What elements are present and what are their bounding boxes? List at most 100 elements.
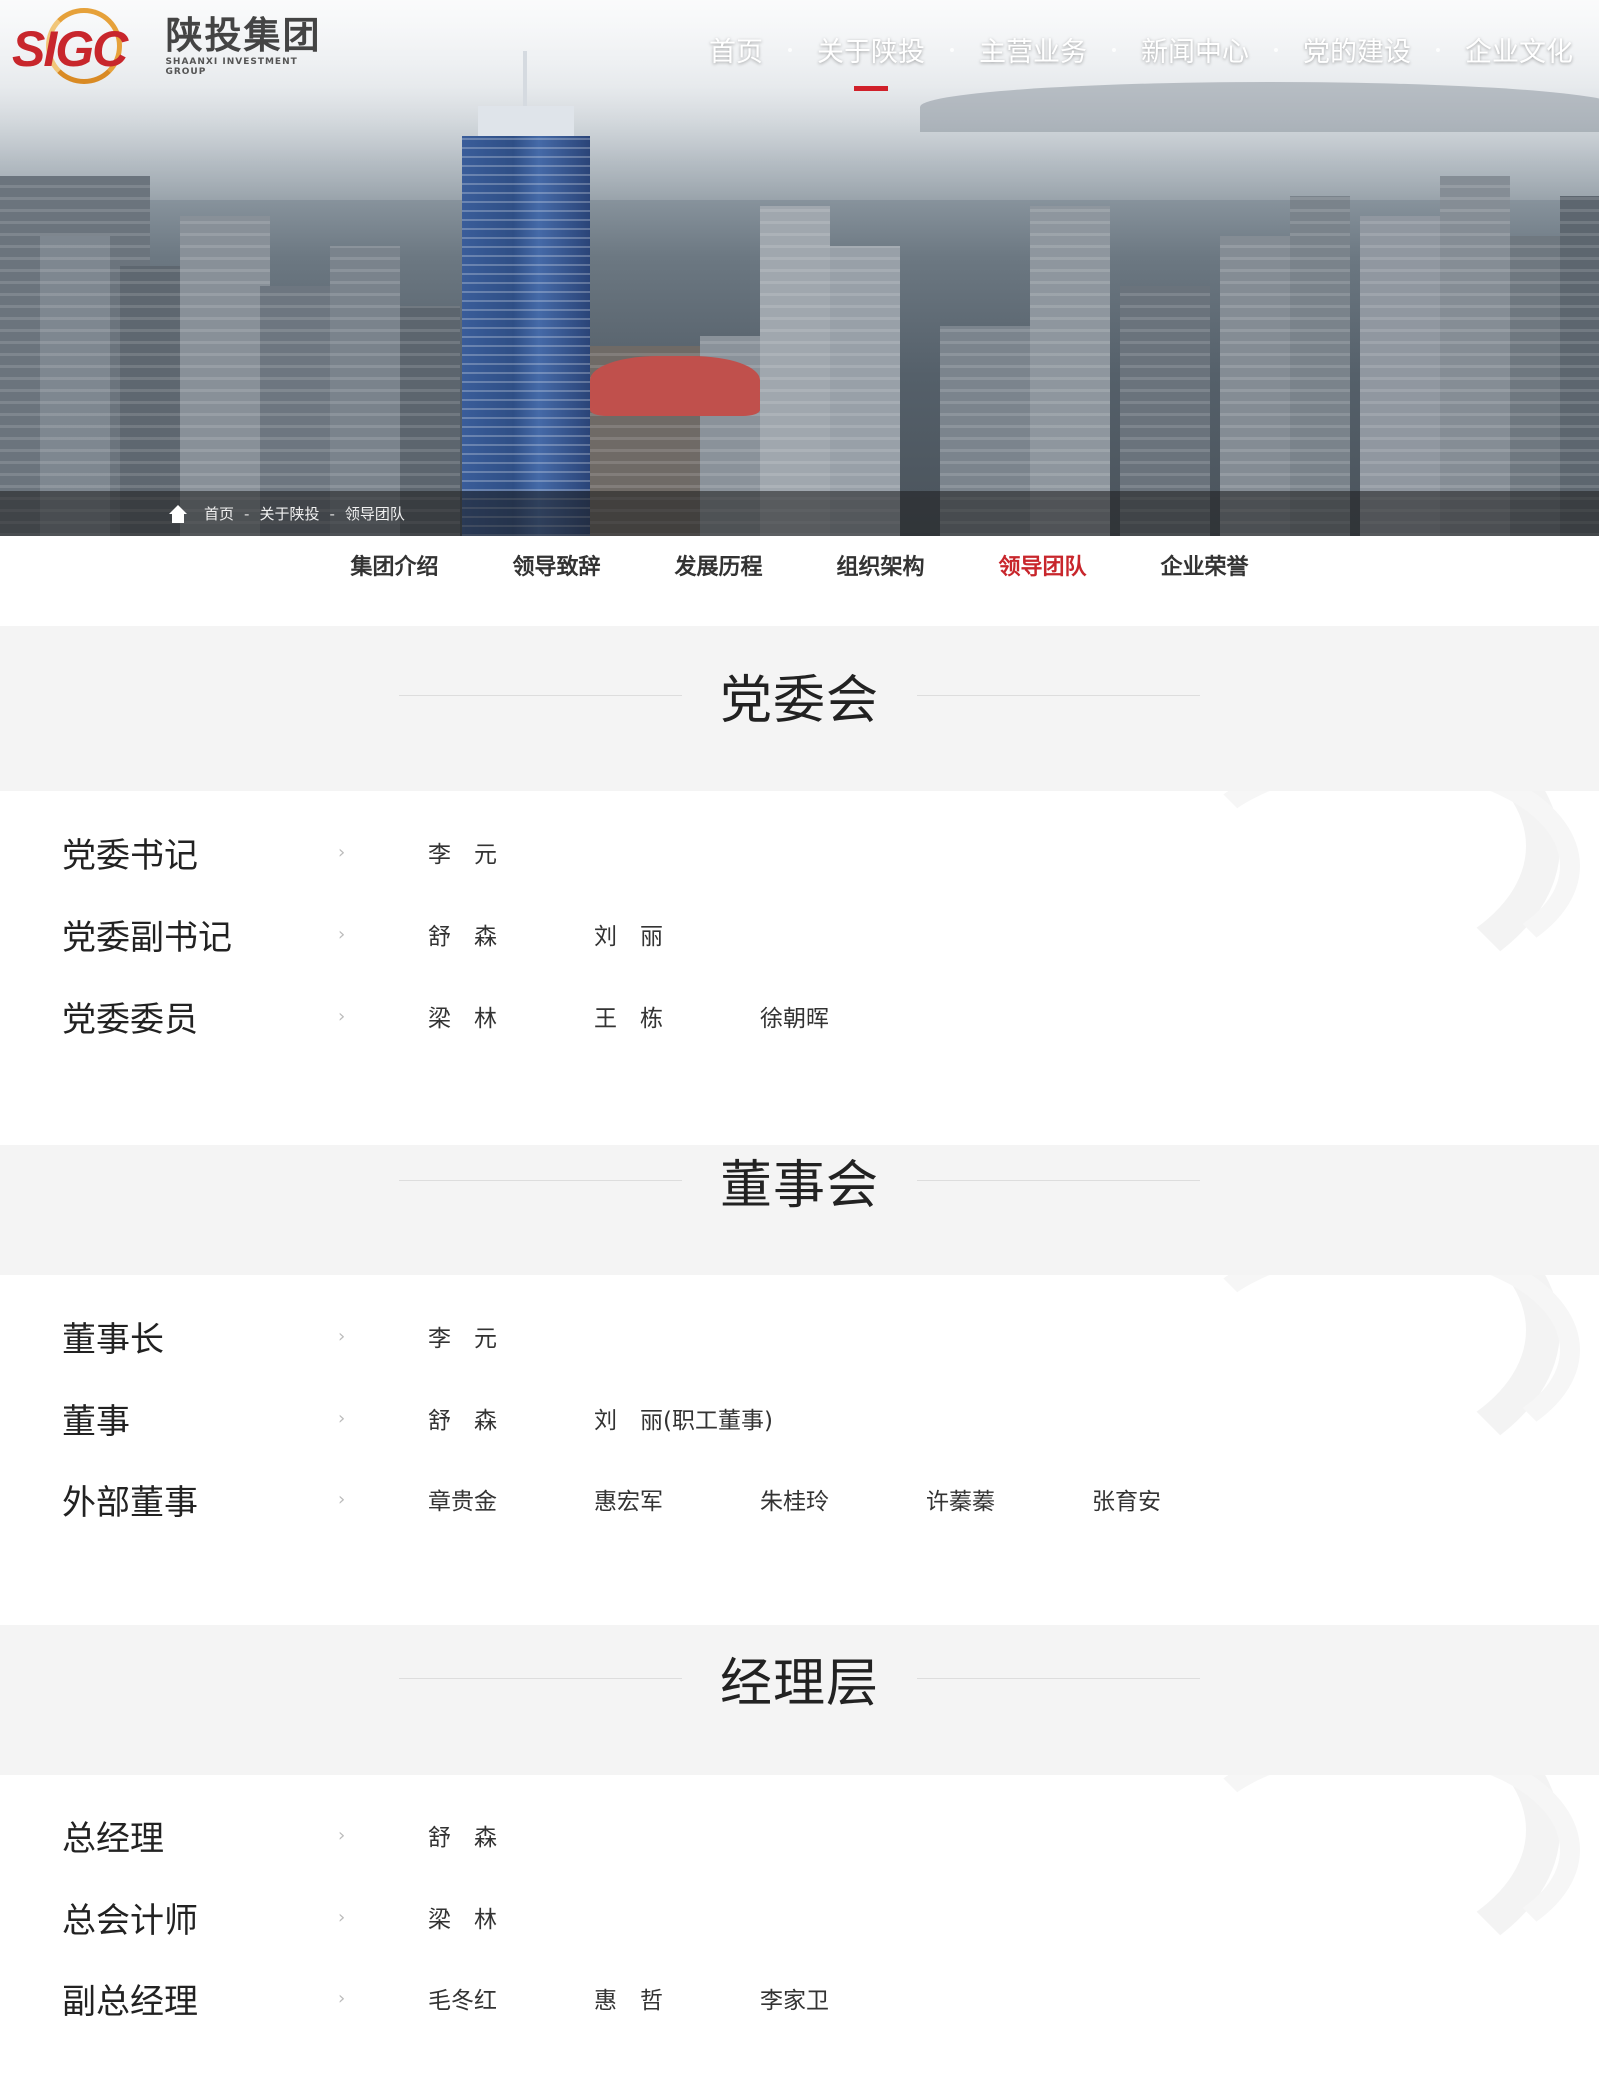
title-divider-left bbox=[398, 694, 682, 696]
title-divider-right bbox=[917, 1179, 1200, 1181]
member-name: 惠 哲 bbox=[594, 1988, 663, 2014]
chevron-right-icon: › bbox=[338, 1488, 346, 1510]
member-name: 李 元 bbox=[428, 842, 497, 868]
home-icon[interactable] bbox=[168, 504, 188, 523]
member-name: 梁 林 bbox=[428, 1006, 497, 1032]
section-title: 经理层 bbox=[719, 1653, 879, 1714]
role-title: 党委副书记 bbox=[62, 917, 232, 958]
building-shape bbox=[1560, 196, 1599, 536]
role-row: 董事 › 舒 森 刘 丽(职工董事) bbox=[62, 1388, 773, 1448]
member-name: 许蓁蓁 bbox=[926, 1489, 995, 1515]
role-row: 总经理 › 舒 森 bbox=[62, 1805, 594, 1865]
subnav-item-5[interactable]: 企业荣誉 bbox=[1161, 549, 1249, 581]
section-title: 董事会 bbox=[719, 1155, 879, 1216]
role-title: 党委委员 bbox=[62, 999, 198, 1040]
breadcrumb-item-0[interactable]: 首页 bbox=[204, 503, 234, 524]
breadcrumb-separator: - bbox=[329, 504, 335, 523]
role-title: 董事长 bbox=[62, 1319, 164, 1360]
chevron-right-icon: › bbox=[338, 1987, 346, 2009]
role-title: 外部董事 bbox=[62, 1482, 198, 1523]
hero-banner: SIGC 陕投集团 SHAANXI INVESTMENT GROUP 首页关于陕… bbox=[0, 0, 1599, 536]
stadium-shape bbox=[590, 356, 760, 416]
main-nav: 首页 关于陕投 主营业务 新闻中心 党的建设 企业文化 bbox=[709, 30, 1573, 91]
role-title: 总经理 bbox=[62, 1818, 164, 1859]
company-logo[interactable]: SIGC 陕投集团 SHAANXI INVESTMENT GROUP bbox=[12, 6, 342, 86]
role-title: 副总经理 bbox=[62, 1981, 198, 2022]
sub-nav: 集团介绍 领导致辞 发展历程 组织架构 领导团队 企业荣誉 bbox=[0, 536, 1599, 594]
logo-chinese-name: 陕投集团 bbox=[165, 14, 322, 57]
nav-separator-dot bbox=[950, 47, 954, 52]
building-shape bbox=[760, 206, 830, 536]
building-shape bbox=[1360, 216, 1440, 536]
member-name: 毛冬红 bbox=[428, 1988, 497, 2014]
member-name: 王 栋 bbox=[594, 1006, 663, 1032]
role-row: 副总经理 › 毛冬红 惠 哲 李家卫 bbox=[62, 1968, 926, 2028]
member-name: 李家卫 bbox=[760, 1988, 829, 2014]
role-row: 党委委员 › 梁 林 王 栋 徐朝晖 bbox=[62, 986, 926, 1046]
chevron-right-icon: › bbox=[338, 1906, 346, 1928]
member-name: 惠宏军 bbox=[594, 1489, 663, 1515]
nav-separator-dot bbox=[1112, 47, 1116, 52]
title-divider-right bbox=[917, 1677, 1200, 1679]
role-row: 董事长 › 李 元 bbox=[62, 1306, 594, 1366]
subnav-item-1[interactable]: 领导致辞 bbox=[512, 549, 600, 581]
member-name: 舒 森 bbox=[428, 924, 497, 950]
section-title-row: 董事会 bbox=[0, 1140, 1599, 1220]
logo-english-name: SHAANXI INVESTMENT GROUP bbox=[165, 57, 298, 77]
breadcrumb: 首页 - 关于陕投 - 领导团队 bbox=[0, 491, 1599, 536]
role-row: 外部董事 › 章贵金 惠宏军 朱桂玲 许蓁蓁 张育安 bbox=[62, 1469, 1258, 1529]
nav-separator-dot bbox=[788, 47, 792, 52]
chevron-right-icon: › bbox=[338, 841, 346, 863]
nav-item-3[interactable]: 新闻中心 bbox=[1141, 30, 1249, 69]
title-divider-left bbox=[398, 1677, 682, 1679]
nav-separator-dot bbox=[1436, 47, 1440, 52]
breadcrumb-item-1[interactable]: 关于陕投 bbox=[259, 503, 319, 524]
member-name: 朱桂玲 bbox=[760, 1489, 829, 1515]
role-row: 党委书记 › 李 元 bbox=[62, 822, 594, 882]
section-title-row: 经理层 bbox=[0, 1638, 1599, 1718]
subnav-item-3[interactable]: 组织架构 bbox=[837, 549, 925, 581]
member-name: 刘 丽 bbox=[594, 924, 663, 950]
subnav-item-4[interactable]: 领导团队 bbox=[999, 549, 1087, 581]
member-name: 舒 森 bbox=[428, 1825, 497, 1851]
role-title: 总会计师 bbox=[62, 1900, 198, 1941]
chevron-right-icon: › bbox=[338, 923, 346, 945]
tower-crown-shape bbox=[478, 106, 574, 136]
role-title: 董事 bbox=[62, 1401, 130, 1442]
member-name: 徐朝晖 bbox=[760, 1006, 829, 1032]
section-title: 党委会 bbox=[719, 670, 879, 731]
tower-antenna-shape bbox=[523, 51, 527, 106]
logo-letters: SIGC bbox=[12, 21, 128, 77]
title-divider-left bbox=[398, 1179, 682, 1181]
logo-mark: SIGC bbox=[12, 6, 143, 86]
role-row: 党委副书记 › 舒 森 刘 丽 bbox=[62, 904, 760, 964]
member-name: 梁 林 bbox=[428, 1907, 497, 1933]
chevron-right-icon: › bbox=[338, 1005, 346, 1027]
building-shape bbox=[1030, 206, 1110, 536]
role-row: 总会计师 › 梁 林 bbox=[62, 1887, 594, 1947]
nav-item-5[interactable]: 企业文化 bbox=[1465, 30, 1573, 69]
nav-separator-dot bbox=[1274, 47, 1278, 52]
role-title: 党委书记 bbox=[62, 835, 198, 876]
breadcrumb-separator: - bbox=[244, 504, 250, 523]
breadcrumb-item-2: 领导团队 bbox=[344, 505, 405, 523]
nav-item-1[interactable]: 关于陕投 bbox=[817, 30, 925, 91]
nav-item-4[interactable]: 党的建设 bbox=[1303, 30, 1411, 69]
main-tower-shape bbox=[462, 136, 590, 536]
chevron-right-icon: › bbox=[338, 1407, 346, 1429]
nav-item-2[interactable]: 主营业务 bbox=[979, 30, 1087, 69]
subnav-item-2[interactable]: 发展历程 bbox=[674, 549, 762, 581]
member-name: 章贵金 bbox=[428, 1489, 497, 1515]
chevron-right-icon: › bbox=[338, 1325, 346, 1347]
building-shape bbox=[1290, 196, 1350, 536]
member-name: 李 元 bbox=[428, 1326, 497, 1352]
building-shape bbox=[1440, 176, 1510, 536]
member-name: 刘 丽(职工董事) bbox=[594, 1408, 773, 1434]
title-divider-right bbox=[917, 694, 1200, 696]
member-name: 张育安 bbox=[1092, 1489, 1161, 1515]
member-name: 舒 森 bbox=[428, 1408, 497, 1434]
subnav-item-0[interactable]: 集团介绍 bbox=[350, 549, 438, 581]
building-shape bbox=[180, 216, 270, 536]
nav-item-0[interactable]: 首页 bbox=[709, 30, 763, 69]
section-title-row: 党委会 bbox=[0, 655, 1599, 735]
